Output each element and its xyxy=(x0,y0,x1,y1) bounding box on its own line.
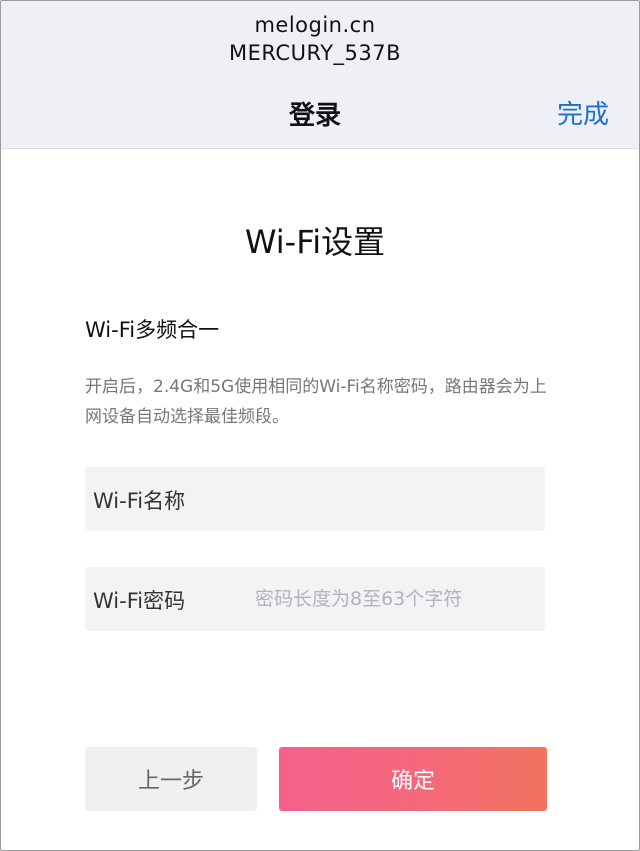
wifi-password-label: Wi-Fi密码 xyxy=(93,589,186,613)
previous-step-button[interactable]: 上一步 xyxy=(85,747,257,811)
wifi-password-input[interactable] xyxy=(255,577,535,621)
confirm-button[interactable]: 确定 xyxy=(279,747,547,811)
top-bar: melogin.cn MERCURY_537B 登录 完成 xyxy=(1,1,639,149)
network-ssid: MERCURY_537B xyxy=(228,41,402,65)
wifi-password-field[interactable]: Wi-Fi密码 xyxy=(85,567,545,631)
wifi-name-label: Wi-Fi名称 xyxy=(93,489,186,513)
app-frame: melogin.cn MERCURY_537B 登录 完成 Wi-Fi设置 Wi… xyxy=(0,0,640,851)
address-url[interactable]: melogin.cn xyxy=(1,13,629,37)
wifi-name-input[interactable] xyxy=(255,477,535,521)
page-title: Wi-Fi设置 xyxy=(244,223,386,261)
done-button[interactable]: 完成 xyxy=(557,94,609,131)
section-title: Wi-Fi多频合一 xyxy=(85,318,220,342)
nav-title: 登录 xyxy=(288,101,341,131)
wifi-name-field[interactable]: Wi-Fi名称 xyxy=(85,467,545,531)
section-description: 开启后，2.4G和5G使用相同的Wi-Fi名称密码，路由器会为上网设备自动选择最… xyxy=(85,377,547,427)
